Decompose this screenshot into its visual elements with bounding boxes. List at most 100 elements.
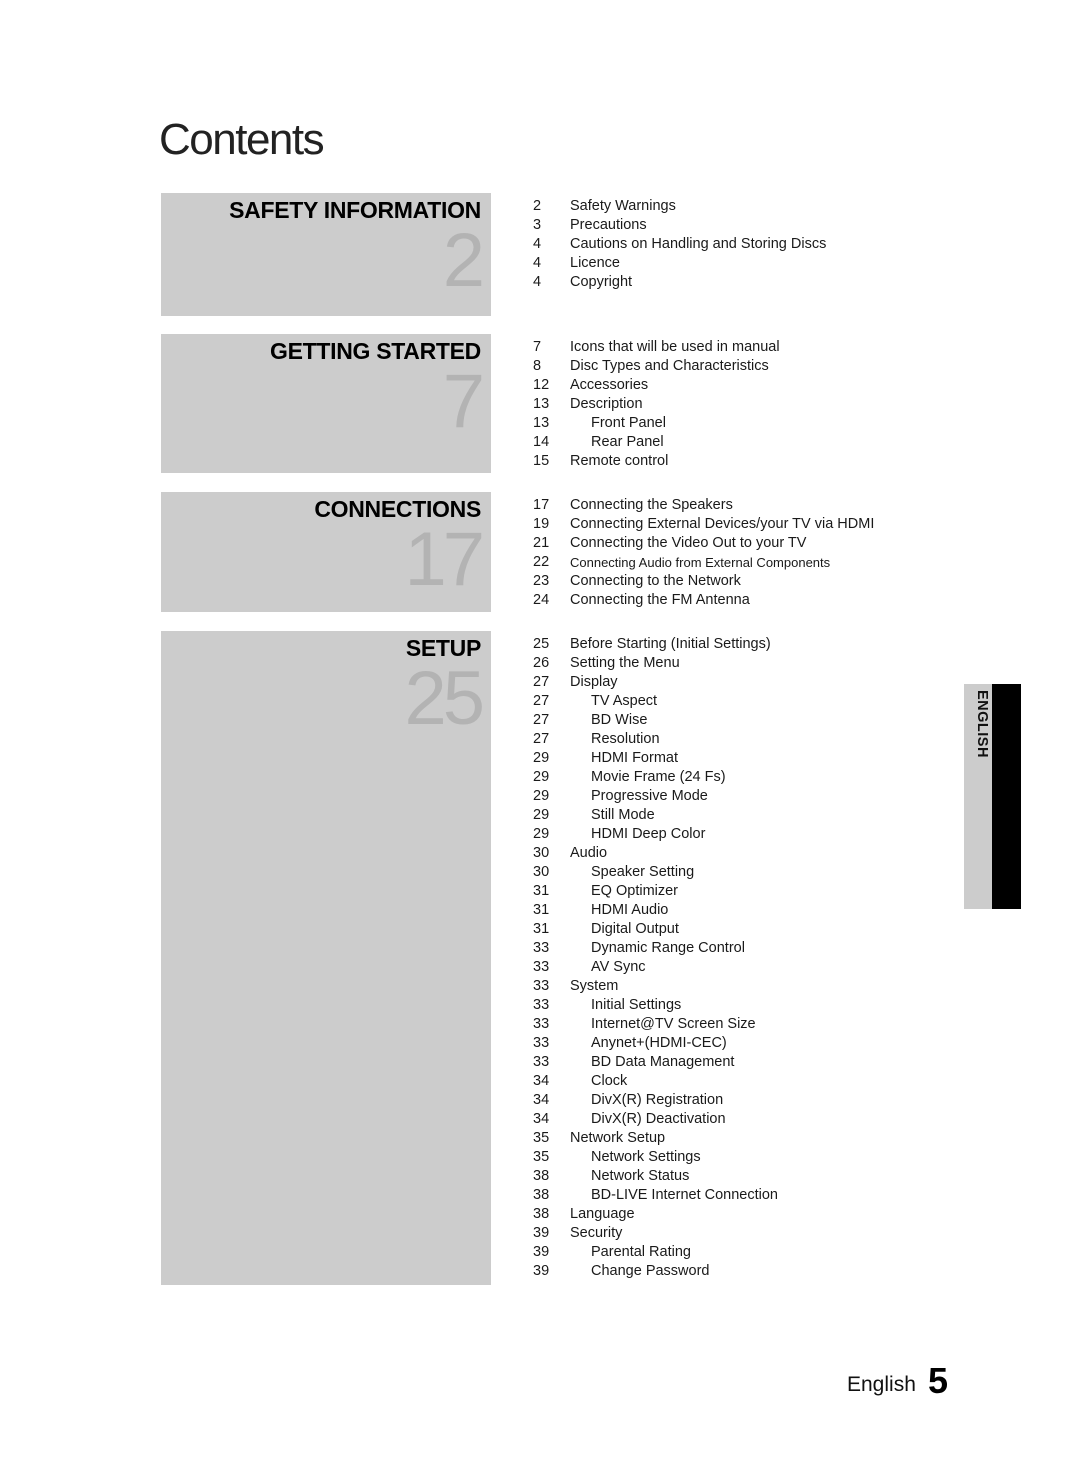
toc-entry-label: Connecting Audio from External Component… [570, 555, 831, 570]
toc-entry-page: 35 [533, 1130, 550, 1146]
toc-entry-page: 33 [533, 1016, 550, 1032]
chapter-start-page: 7 [442, 359, 485, 444]
toc-entry-label: Description [570, 396, 643, 412]
chapter-block-safety-information: SAFETY INFORMATION 2 [161, 193, 491, 316]
toc-entry-page: 38 [533, 1206, 550, 1222]
chapter-start-page: 2 [442, 218, 485, 303]
toc-entry-label: Language [570, 1206, 635, 1222]
toc-entry-label: EQ Optimizer [591, 883, 679, 899]
toc-entry-page: 7 [533, 339, 542, 355]
toc-entry-page: 25 [533, 636, 550, 652]
toc-entry-label: Connecting External Devices/your TV via … [570, 516, 875, 532]
toc-entry-label: Connecting to the Network [570, 573, 741, 589]
toc-entry-label: HDMI Audio [591, 902, 669, 918]
toc-entry-page: 17 [533, 497, 550, 513]
toc-entry-page: 33 [533, 1054, 550, 1070]
toc-entry-page: 29 [533, 826, 550, 842]
chapter-block-setup: SETUP 25 [161, 631, 491, 1285]
toc-entry-page: 27 [533, 731, 550, 747]
toc-entry-page: 27 [533, 693, 550, 709]
toc-entry-page: 33 [533, 978, 550, 994]
toc-entry-label: System [570, 978, 619, 994]
toc-entry-page: 4 [533, 274, 542, 290]
toc-entry-label: Security [570, 1225, 623, 1241]
toc-entry-label: Speaker Setting [591, 864, 695, 880]
toc-entry-page: 21 [533, 535, 550, 551]
toc-entry-page: 4 [533, 236, 542, 252]
toc-entry-page: 3 [533, 217, 542, 233]
toc-entry-label: Audio [570, 845, 608, 861]
toc-entry-label: Disc Types and Characteristics [570, 358, 769, 374]
toc-entry-page: 27 [533, 674, 550, 690]
toc-entry-page: 29 [533, 750, 550, 766]
toc-entry-page: 26 [533, 655, 550, 671]
toc-entry-label: Precautions [570, 217, 647, 233]
toc-entry-page: 39 [533, 1263, 550, 1279]
toc-entry-page: 29 [533, 769, 550, 785]
toc-entry-label: Network Status [591, 1168, 690, 1184]
toc-entry-page: 14 [533, 434, 550, 450]
toc-entry-label: Icons that will be used in manual [570, 339, 780, 355]
toc-entry-label: Connecting the Video Out to your TV [570, 535, 807, 551]
toc-entry-page: 2 [533, 198, 542, 214]
toc-entry-label: Safety Warnings [570, 198, 676, 214]
toc-entry-label: Progressive Mode [591, 788, 708, 804]
toc-entry-label: Remote control [570, 453, 669, 469]
toc-entry-label: Change Password [591, 1263, 710, 1279]
toc-entry-page: 39 [533, 1225, 550, 1241]
toc-entry-page: 38 [533, 1168, 550, 1184]
toc-entry-page: 19 [533, 516, 550, 532]
toc-entry-label: Anynet+(HDMI-CEC) [591, 1035, 727, 1051]
toc-entry-page: 34 [533, 1111, 550, 1127]
toc-entry-label: Connecting the FM Antenna [570, 592, 750, 608]
toc-entry-label: Internet@TV Screen Size [591, 1016, 756, 1032]
toc-entry-page: 35 [533, 1149, 550, 1165]
toc-entry-page: 33 [533, 997, 550, 1013]
toc-entry-label: BD Data Management [591, 1054, 735, 1070]
language-tab-marker [992, 684, 1021, 909]
toc-entry-page: 4 [533, 255, 542, 271]
toc-entry-page: 38 [533, 1187, 550, 1203]
toc-entry-page: 22 [533, 554, 550, 570]
toc-entry-page: 23 [533, 573, 550, 589]
toc-entry-label: Copyright [570, 274, 633, 290]
toc-entry-label: Before Starting (Initial Settings) [570, 636, 771, 652]
toc-entry-page: 33 [533, 940, 550, 956]
footer-page-number: 5 [928, 1360, 949, 1401]
toc-entry-label: Accessories [570, 377, 649, 393]
toc-entry-label: Connecting the Speakers [570, 497, 733, 513]
toc-entry-label: Setting the Menu [570, 655, 680, 671]
toc-entry-label: Resolution [591, 731, 660, 747]
language-tab-label: ENGLISH [974, 690, 990, 758]
toc-entry-page: 34 [533, 1092, 550, 1108]
toc-entry-page: 30 [533, 864, 550, 880]
toc-entry-label: HDMI Format [591, 750, 678, 766]
footer-language: English [847, 1373, 916, 1396]
toc-entry-page: 31 [533, 921, 550, 937]
toc-entry-label: AV Sync [591, 959, 646, 975]
toc-entry-page: 15 [533, 453, 550, 469]
toc-entry-label: HDMI Deep Color [591, 826, 706, 842]
toc-entry-label: Network Setup [570, 1130, 666, 1146]
toc-entry-label: Parental Rating [591, 1244, 691, 1260]
toc-entry-page: 13 [533, 396, 550, 412]
toc-entry-label: DivX(R) Deactivation [591, 1111, 726, 1127]
toc-entry-label: Front Panel [591, 415, 666, 431]
toc-entry-label: Network Settings [591, 1149, 701, 1165]
toc-entry-label: DivX(R) Registration [591, 1092, 724, 1108]
toc-entry-page: 24 [533, 592, 550, 608]
toc-entry-page: 31 [533, 883, 550, 899]
chapter-block-getting-started: GETTING STARTED 7 [161, 334, 491, 473]
toc-entry-page: 13 [533, 415, 550, 431]
toc-entry-label: Licence [570, 255, 620, 271]
toc-entry-label: Movie Frame (24 Fs) [591, 769, 726, 785]
chapter-block-connections: CONNECTIONS 17 [161, 492, 491, 612]
toc-entry-page: 31 [533, 902, 550, 918]
toc-entry-page: 39 [533, 1244, 550, 1260]
toc-entry-label: Digital Output [591, 921, 679, 937]
toc-entry-label: Still Mode [591, 807, 655, 823]
toc-entry-page: 34 [533, 1073, 550, 1089]
toc-entry-page: 27 [533, 712, 550, 728]
toc-entry-label: Display [570, 674, 618, 690]
chapter-start-page: 25 [404, 656, 485, 741]
